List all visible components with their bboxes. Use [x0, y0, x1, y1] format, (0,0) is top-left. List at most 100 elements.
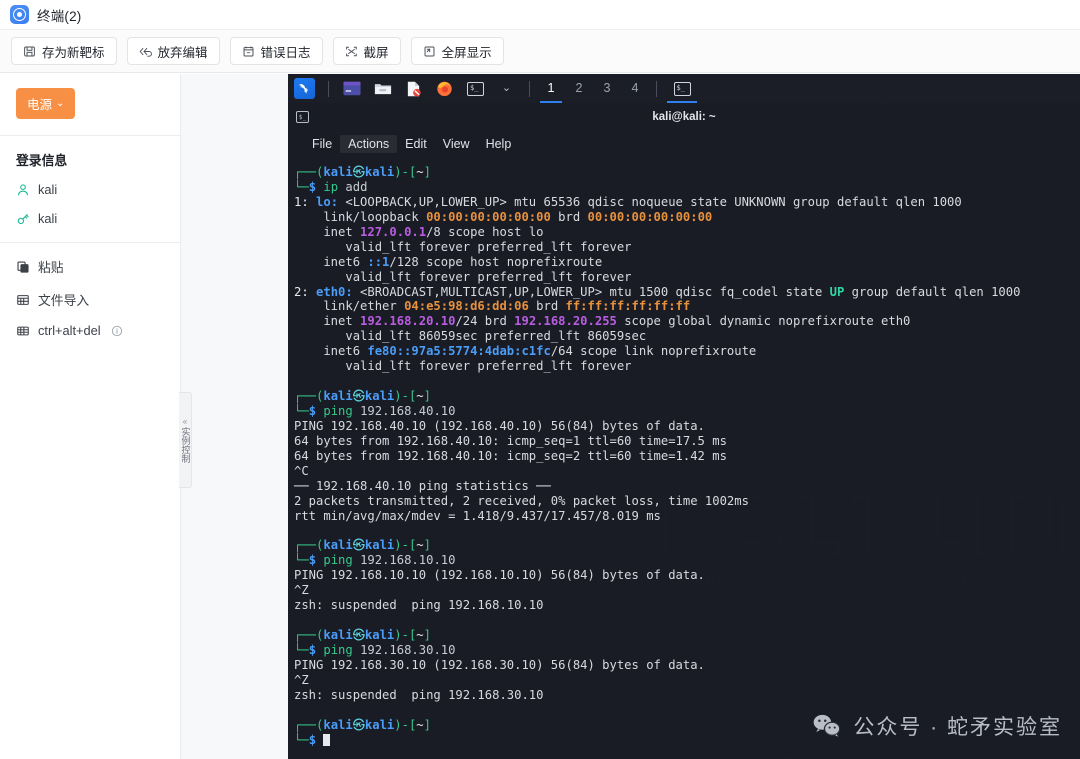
screenshot-button[interactable]: 截屏 [332, 37, 401, 65]
ctrl-alt-del-action[interactable]: ctrl+alt+del [16, 323, 164, 338]
save-icon [23, 45, 36, 58]
panel-dropdown-caret[interactable]: ⌄ [496, 79, 517, 98]
menu-file[interactable]: File [304, 135, 340, 153]
file-import-icon [16, 293, 30, 307]
terminal-line: PING 192.168.40.10 (192.168.40.10) 56(84… [294, 418, 705, 433]
login-user-row[interactable]: kali [16, 182, 164, 197]
terminal-emulator-icon[interactable] [341, 79, 362, 98]
terminal-line: inet 127.0.0.1/8 scope host lo [294, 224, 544, 239]
terminal-output[interactable]: ┌──(kali㉿kali)-[~] └─$ ip add 1: lo: <LOOP… [288, 157, 1080, 759]
sidebar-actions-section: 粘贴 文件导入 ctrl+alt+del [0, 243, 180, 354]
panel-divider-3 [656, 80, 657, 97]
terminal-prompt-line: ┌──(kali㉿kali)-[~] [294, 165, 431, 179]
collapse-handle-label: 实例控制 [180, 427, 191, 463]
chevron-down-icon: ⌄ [501, 82, 512, 94]
terminal-line: valid_lft forever preferred_lft forever [294, 239, 632, 254]
toolbar-button-label: 错误日志 [260, 45, 311, 60]
file-manager-icon[interactable] [372, 79, 393, 98]
workspace-4[interactable]: 4 [621, 74, 649, 103]
login-password-label: kali [38, 211, 58, 226]
save-as-new-target-button[interactable]: 存为新靶标 [11, 37, 117, 65]
terminal-line: rtt min/avg/max/mdev = 1.418/9.437/17.45… [294, 508, 661, 523]
fullscreen-button[interactable]: 全屏显示 [410, 37, 504, 65]
terminal-line: inet6 fe80::97a5:5774:4dab:c1fc/64 scope… [294, 344, 757, 359]
error-log-button[interactable]: 错误日志 [229, 37, 323, 65]
terminal-prompt-line: ┌──(kali㉿kali)-[~] [294, 389, 431, 404]
remote-desktop-viewport[interactable]: $_ ⌄ 1 2 3 4 $_ KALI LINUX [288, 74, 1080, 759]
menu-edit[interactable]: Edit [397, 135, 435, 153]
terminal-line: valid_lft 86059sec preferred_lft 86059se… [294, 329, 647, 344]
screenshot-icon [345, 45, 358, 58]
workspace-1[interactable]: 1 [537, 74, 565, 103]
menu-help[interactable]: Help [478, 135, 520, 153]
app-root: 终端(2) 存为新靶标 放弃编辑 错误日志 截屏 全屏显示 电源 ⌄ 登录信息 … [0, 0, 1080, 759]
page-title: 终端(2) [37, 8, 82, 24]
menu-actions[interactable]: Actions [340, 135, 398, 153]
terminal-line: inet 192.168.20.10/24 brd 192.168.20.255… [294, 314, 911, 329]
terminal-line: valid_lft forever preferred_lft forever [294, 269, 632, 284]
terminal-titlebar: $_ kali@kali: ~ [288, 103, 1080, 131]
toolbar-button-label: 截屏 [363, 45, 389, 60]
info-icon[interactable] [111, 325, 123, 337]
paste-label: 粘贴 [38, 260, 64, 275]
terminal-line: 2: eth0: <BROADCAST,MULTICAST,UP,LOWER_U… [294, 284, 1021, 299]
toolbar-button-label: 放弃编辑 [157, 45, 208, 60]
power-button[interactable]: 电源 ⌄ [16, 88, 76, 119]
terminal-command-line: └─$ ping 192.168.40.10 [294, 404, 456, 418]
panel-divider-1 [328, 80, 329, 97]
terminal-prompt-line: ┌──(kali㉿kali)-[~] [294, 717, 431, 732]
sidebar-collapse-handle[interactable]: « 实例控制 [179, 392, 192, 488]
chevron-down-icon: ⌄ [56, 97, 65, 109]
login-info-heading: 登录信息 [16, 153, 68, 168]
key-icon [16, 212, 30, 226]
file-import-action[interactable]: 文件导入 [16, 290, 164, 309]
workspace-3[interactable]: 3 [593, 74, 621, 103]
content-gap [181, 74, 288, 759]
paste-action[interactable]: 粘贴 [16, 257, 164, 276]
terminal-line: ^Z [294, 583, 309, 598]
terminal-cursor-line: └─$ [294, 733, 1080, 748]
terminal-icon: $_ [296, 111, 309, 123]
terminal-task-icon[interactable]: $_ [667, 79, 697, 103]
terminal-line: 1: lo: <LOOPBACK,UP,LOWER_UP> mtu 65536 … [294, 194, 962, 209]
discard-edit-button[interactable]: 放弃编辑 [126, 37, 220, 65]
terminal-title: kali@kali: ~ [652, 111, 716, 123]
login-info-section: 登录信息 kali kali [0, 136, 180, 242]
text-editor-icon[interactable] [403, 79, 424, 98]
terminal-line: ^C [294, 463, 309, 478]
target-icon [10, 5, 29, 24]
workspace-2[interactable]: 2 [565, 74, 593, 103]
terminal-menubar: File Actions Edit View Help [288, 131, 1080, 157]
paste-icon [16, 260, 30, 274]
terminal-line: 2 packets transmitted, 2 received, 0% pa… [294, 493, 749, 508]
login-user-label: kali [38, 182, 58, 197]
terminal-line: link/ether 04:e5:98:d6:dd:06 brd ff:ff:f… [294, 299, 691, 314]
terminal-line: 64 bytes from 192.168.40.10: icmp_seq=2 … [294, 448, 727, 463]
terminal-command-line: └─$ ping 192.168.30.10 [294, 643, 456, 657]
firefox-icon[interactable] [434, 79, 455, 98]
power-button-label: 电源 [27, 98, 53, 112]
terminal-line: link/loopback 00:00:00:00:00:00 brd 00:0… [294, 209, 713, 224]
terminal-line: valid_lft forever preferred_lft forever [294, 359, 632, 374]
terminal-command-line: └─$ ping 192.168.10.10 [294, 553, 456, 568]
login-password-row[interactable]: kali [16, 211, 164, 226]
terminal-window[interactable]: $_ kali@kali: ~ File Actions Edit View H… [288, 103, 1080, 759]
undo-icon [139, 45, 152, 58]
terminal-line: zsh: suspended ping 192.168.30.10 [294, 687, 544, 702]
menu-view[interactable]: View [435, 135, 478, 153]
user-icon [16, 183, 30, 197]
terminal-command-line: └─$ ip add [294, 179, 368, 194]
terminal-line: ^Z [294, 672, 309, 687]
terminal-line: 64 bytes from 192.168.40.10: icmp_seq=1 … [294, 433, 727, 448]
kali-dragon-icon[interactable] [294, 78, 315, 99]
terminal-dropdown-icon[interactable]: $_ [465, 79, 486, 98]
body-wrapper: 电源 ⌄ 登录信息 kali kali 粘贴 文件导入 ctrl+alt+del… [0, 74, 1080, 759]
terminal-prompt-line: ┌──(kali㉿kali)-[~] [294, 538, 431, 553]
log-icon [242, 45, 255, 58]
sidebar: 电源 ⌄ 登录信息 kali kali 粘贴 文件导入 ctrl+alt+del… [0, 74, 192, 759]
keyboard-icon [16, 324, 30, 338]
